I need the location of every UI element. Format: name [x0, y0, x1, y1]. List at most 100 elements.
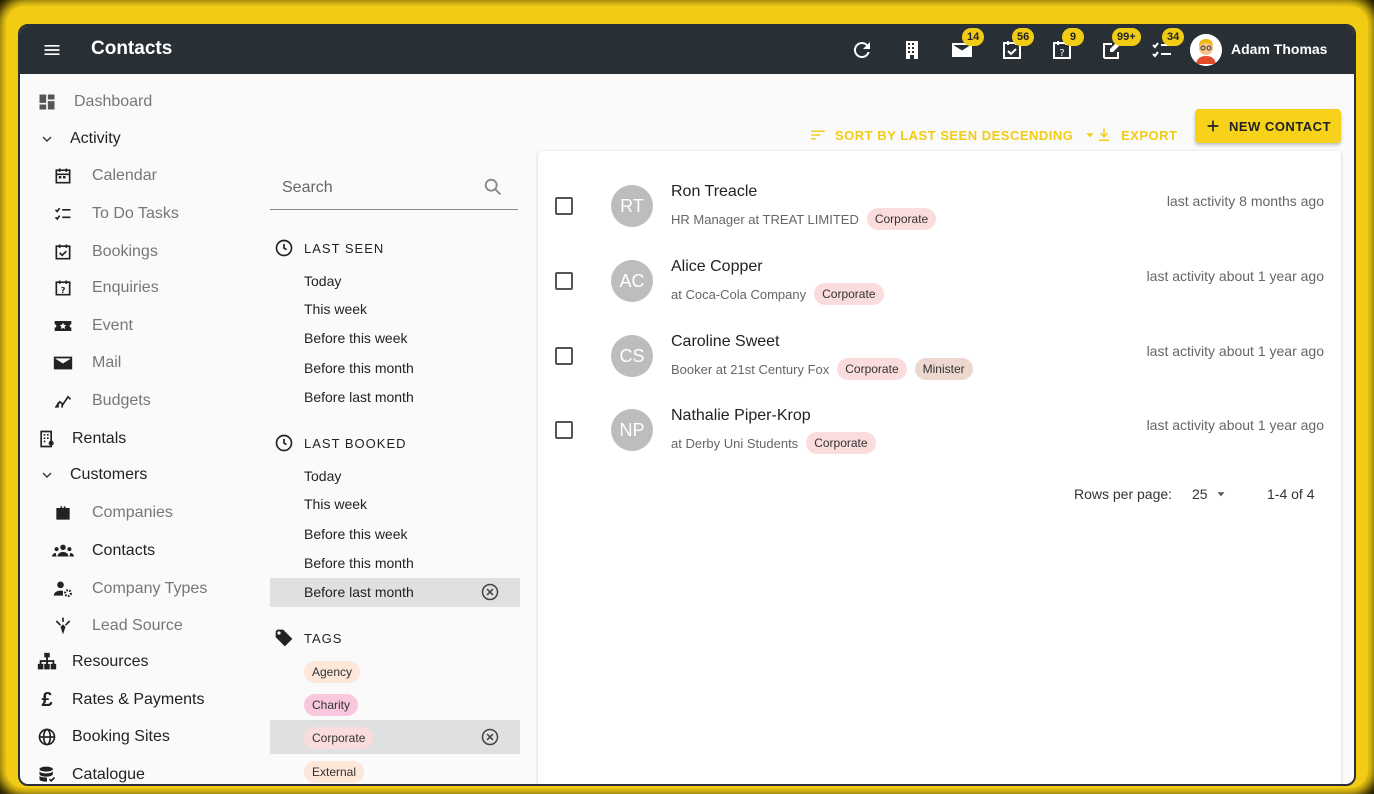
search-icon[interactable]	[482, 176, 504, 198]
sidebar-item-label: Dashboard	[74, 93, 153, 110]
sidebar-item-enquiries[interactable]: ? Enquiries	[52, 273, 159, 303]
last-activity: last activity about 1 year ago	[1146, 417, 1324, 433]
sidebar-item-calendar[interactable]: Calendar	[52, 161, 157, 191]
contact-subtitle: HR Manager at TREAT LIMITED Corporate	[671, 208, 937, 230]
clear-circle-icon[interactable]	[480, 727, 500, 747]
notes-notification[interactable]: 99+	[1100, 28, 1141, 62]
sidebar-item-label: Companies	[92, 504, 173, 521]
sort-button[interactable]: SORT BY LAST SEEN DESCENDING	[809, 123, 1097, 147]
last-activity: last activity 8 months ago	[1166, 193, 1324, 209]
last-activity: last activity about 1 year ago	[1146, 268, 1324, 284]
sidebar-item-label: Lead Source	[92, 617, 183, 634]
new-contact-label: NEW CONTACT	[1228, 118, 1332, 134]
database-icon	[36, 764, 58, 784]
sidebar-item-label: Booking Sites	[72, 728, 170, 745]
mail-notification[interactable]: 14	[950, 28, 985, 62]
sidebar-item-label: Mail	[92, 354, 122, 371]
avatar: CS	[611, 335, 653, 377]
hierarchy-icon	[36, 651, 58, 673]
svg-text:?: ?	[61, 285, 66, 295]
filter-option[interactable]: Before last month	[270, 383, 520, 412]
filter-option[interactable]: Before this week	[270, 324, 520, 353]
user-avatar-icon	[1190, 34, 1222, 66]
tag-chip: Charity	[304, 694, 359, 716]
building-icon	[36, 428, 58, 450]
filter-option[interactable]: This week	[270, 295, 520, 324]
building-icon[interactable]	[900, 38, 924, 62]
pound-icon: £	[41, 688, 53, 711]
contact-name[interactable]: Ron Treacle	[671, 183, 757, 201]
tag-chip: External	[304, 761, 365, 783]
sidebar-item-resources[interactable]: Resources	[36, 647, 148, 677]
enquiries-notification[interactable]: ? 9	[1050, 28, 1084, 62]
sidebar-item-company-types[interactable]: Company Types	[52, 574, 207, 604]
filter-option-selected[interactable]: Before last month	[270, 578, 520, 607]
table-row[interactable]: NP Nathalie Piper-Krop at Derby Uni Stud…	[538, 399, 1341, 473]
sidebar-item-mail[interactable]: Mail	[52, 348, 121, 378]
sidebar-item-contacts[interactable]: Contacts	[52, 536, 155, 566]
last-booked-header: LAST BOOKED	[274, 433, 407, 453]
filter-option[interactable]: Before this month	[270, 354, 520, 383]
table-row[interactable]: CS Caroline Sweet Booker at 21st Century…	[538, 325, 1341, 399]
rows-per-page-select[interactable]: 25	[1192, 486, 1228, 502]
filter-option[interactable]: Today	[270, 267, 520, 296]
tag-filter-external[interactable]: External	[270, 757, 520, 784]
sidebar-item-rates-payments[interactable]: £ Rates & Payments	[36, 685, 204, 715]
filter-option[interactable]: This week	[270, 490, 520, 519]
checklist-icon	[52, 203, 74, 225]
tasks-notification[interactable]: 56	[1000, 28, 1035, 62]
sidebar-item-budgets[interactable]: Budgets	[52, 386, 151, 416]
tag-filter-corporate[interactable]: Corporate	[270, 720, 520, 754]
sidebar-item-lead-source[interactable]: Lead Source	[52, 611, 183, 641]
avatar: NP	[611, 409, 653, 451]
row-checkbox[interactable]	[555, 347, 573, 365]
filter-option[interactable]: Before this week	[270, 520, 520, 549]
sidebar-item-companies[interactable]: Companies	[52, 498, 173, 528]
pagination-range: 1-4 of 4	[1267, 486, 1315, 502]
sidebar-item-label: Contacts	[92, 542, 156, 559]
sidebar-item-todo-tasks[interactable]: To Do Tasks	[52, 199, 179, 229]
search-input[interactable]	[282, 176, 472, 200]
sidebar-item-catalogue[interactable]: Catalogue	[36, 760, 145, 784]
tags-header: TAGS	[274, 628, 342, 648]
sort-icon	[811, 130, 825, 140]
sidebar-item-customers[interactable]: Customers	[36, 460, 147, 490]
lead-source-icon	[52, 615, 74, 637]
todo-notification[interactable]: 34	[1150, 28, 1185, 62]
calendar-icon	[52, 165, 74, 187]
menu-icon[interactable]	[42, 40, 62, 60]
sidebar-item-booking-sites[interactable]: Booking Sites	[36, 722, 170, 752]
ticket-star-icon	[52, 315, 74, 337]
user-avatar[interactable]	[1190, 34, 1222, 66]
row-checkbox[interactable]	[555, 421, 573, 439]
rows-per-page-value: 25	[1192, 486, 1208, 502]
row-checkbox[interactable]	[555, 272, 573, 290]
sidebar-item-dashboard[interactable]: Dashboard	[36, 87, 152, 117]
clear-circle-icon[interactable]	[480, 582, 500, 602]
sidebar-item-activity[interactable]: Activity	[36, 124, 121, 154]
contacts-list: RT Ron Treacle HR Manager at TREAT LIMIT…	[538, 151, 1341, 784]
export-button[interactable]: EXPORT	[1095, 123, 1177, 147]
contact-subtitle: at Derby Uni Students Corporate	[671, 432, 876, 454]
contact-name[interactable]: Alice Copper	[671, 258, 763, 276]
tag-filter-agency[interactable]: Agency	[270, 657, 520, 686]
sidebar-item-event[interactable]: Event	[52, 311, 133, 341]
table-row[interactable]: RT Ron Treacle HR Manager at TREAT LIMIT…	[538, 175, 1341, 249]
filter-option[interactable]: Today	[270, 462, 520, 491]
sidebar-item-bookings[interactable]: Bookings	[52, 237, 158, 267]
contact-name[interactable]: Nathalie Piper-Krop	[671, 407, 811, 425]
filter-option[interactable]: Before this month	[270, 549, 520, 578]
sidebar-item-label: Rentals	[72, 430, 127, 447]
tag-filter-charity[interactable]: Charity	[270, 690, 520, 719]
sidebar-item-rentals[interactable]: Rentals	[36, 424, 126, 454]
user-name[interactable]: Adam Thomas	[1231, 41, 1327, 57]
refresh-icon[interactable]	[850, 38, 874, 62]
sidebar-item-label: Budgets	[92, 392, 151, 409]
filter-panel: LAST SEEN Today This week Before this we…	[270, 74, 522, 784]
row-checkbox[interactable]	[555, 197, 573, 215]
notes-badge: 99+	[1112, 28, 1141, 46]
contact-name[interactable]: Caroline Sweet	[671, 333, 780, 351]
new-contact-button[interactable]: NEW CONTACT	[1195, 109, 1341, 143]
table-row[interactable]: AC Alice Copper at Coca-Cola Company Cor…	[538, 250, 1341, 324]
page-title: Contacts	[91, 38, 173, 59]
